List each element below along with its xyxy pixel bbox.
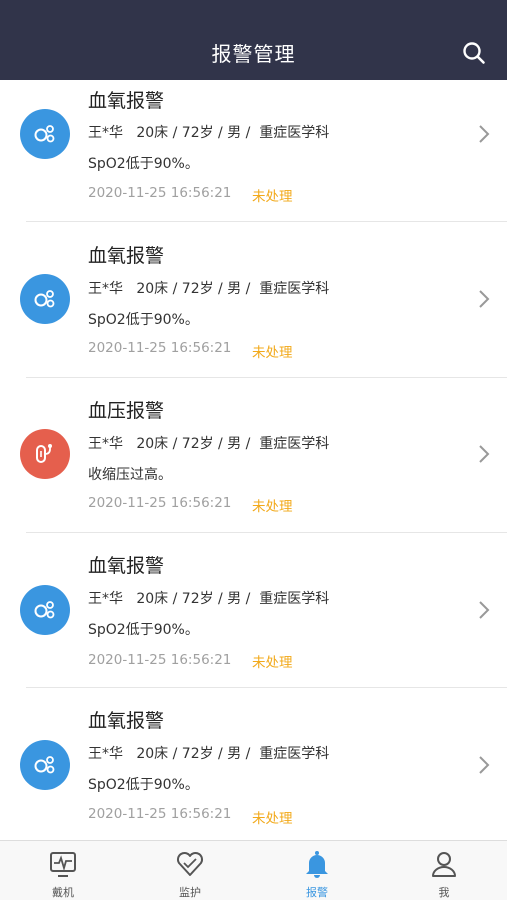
alarm-description: SpO2低于90%。: [88, 777, 199, 793]
chevron-right-icon: [479, 445, 490, 463]
alarm-title: 血氧报警: [88, 710, 165, 732]
divider: [26, 687, 507, 688]
alarm-title: 血压报警: [88, 400, 165, 422]
tab-alarms[interactable]: 报警: [254, 841, 380, 900]
person-icon: [432, 852, 456, 877]
divider: [26, 377, 507, 378]
monitor-icon: [50, 852, 76, 877]
oxygen-alarm-icon: [20, 585, 70, 635]
oxygen-alarm-icon: [20, 740, 70, 790]
chevron-right-icon: [479, 290, 490, 308]
patient-info: 王*华 20床 / 72岁 / 男 / 重症医学科: [88, 281, 330, 297]
alarm-description: SpO2低于90%。: [88, 156, 199, 172]
alarm-time: 2020-11-25 16:56:21: [88, 340, 232, 356]
tab-label: 我: [438, 886, 450, 899]
tab-monitoring[interactable]: 监护: [127, 841, 253, 900]
alarm-list-item[interactable]: 血氧报警 王*华 20床 / 72岁 / 男 / 重症医学科 SpO2低于90%…: [0, 225, 507, 380]
search-icon: [463, 42, 485, 64]
alarm-time: 2020-11-25 16:56:21: [88, 652, 232, 668]
patient-info: 王*华 20床 / 72岁 / 男 / 重症医学科: [88, 746, 330, 762]
alarm-time: 2020-11-25 16:56:21: [88, 495, 232, 511]
alarm-list-item[interactable]: 血氧报警 王*华 20床 / 72岁 / 男 / 重症医学科 SpO2低于90%…: [0, 80, 507, 225]
alarm-list-item[interactable]: 血氧报警 王*华 20床 / 72岁 / 男 / 重症医学科 SpO2低于90%…: [0, 536, 507, 691]
status-badge: 未处理: [252, 189, 293, 205]
status-badge: 未处理: [252, 655, 293, 671]
tab-me[interactable]: 我: [381, 841, 507, 900]
oxygen-alarm-icon: [20, 274, 70, 324]
patient-info: 王*华 20床 / 72岁 / 男 / 重症医学科: [88, 591, 330, 607]
chevron-right-icon: [479, 125, 490, 143]
bell-icon: [306, 851, 328, 878]
alarm-list-item[interactable]: 血氧报警 王*华 20床 / 72岁 / 男 / 重症医学科 SpO2低于90%…: [0, 691, 507, 840]
alarm-description: 收缩压过高。: [88, 467, 172, 483]
alarm-description: SpO2低于90%。: [88, 312, 199, 328]
status-badge: 未处理: [252, 499, 293, 515]
status-badge: 未处理: [252, 811, 293, 827]
chevron-right-icon: [479, 601, 490, 619]
heart-icon: [176, 851, 204, 876]
top-bar: 报警管理: [0, 0, 507, 80]
oxygen-alarm-icon: [20, 109, 70, 159]
patient-info: 王*华 20床 / 72岁 / 男 / 重症医学科: [88, 125, 330, 141]
alarm-description: SpO2低于90%。: [88, 622, 199, 638]
tab-wear-device[interactable]: 戴机: [0, 841, 126, 900]
status-badge: 未处理: [252, 345, 293, 361]
divider: [26, 221, 507, 222]
search-button[interactable]: [459, 38, 489, 68]
blood-pressure-alarm-icon: [20, 429, 70, 479]
alarm-time: 2020-11-25 16:56:21: [88, 806, 232, 822]
bottom-tab-bar: 戴机 监护 报警 我: [0, 840, 507, 900]
chevron-right-icon: [479, 756, 490, 774]
alarm-time: 2020-11-25 16:56:21: [88, 185, 232, 201]
divider: [26, 532, 507, 533]
alarm-list: 血氧报警 王*华 20床 / 72岁 / 男 / 重症医学科 SpO2低于90%…: [0, 80, 507, 840]
alarm-list-item[interactable]: 血压报警 王*华 20床 / 72岁 / 男 / 重症医学科 收缩压过高。 20…: [0, 380, 507, 535]
tab-label: 监护: [179, 886, 201, 899]
alarm-title: 血氧报警: [88, 555, 165, 577]
tab-label: 报警: [306, 886, 328, 899]
page-title: 报警管理: [211, 42, 296, 66]
tab-label: 戴机: [52, 886, 74, 899]
alarm-title: 血氧报警: [88, 90, 165, 112]
alarm-title: 血氧报警: [88, 245, 165, 267]
patient-info: 王*华 20床 / 72岁 / 男 / 重症医学科: [88, 436, 330, 452]
